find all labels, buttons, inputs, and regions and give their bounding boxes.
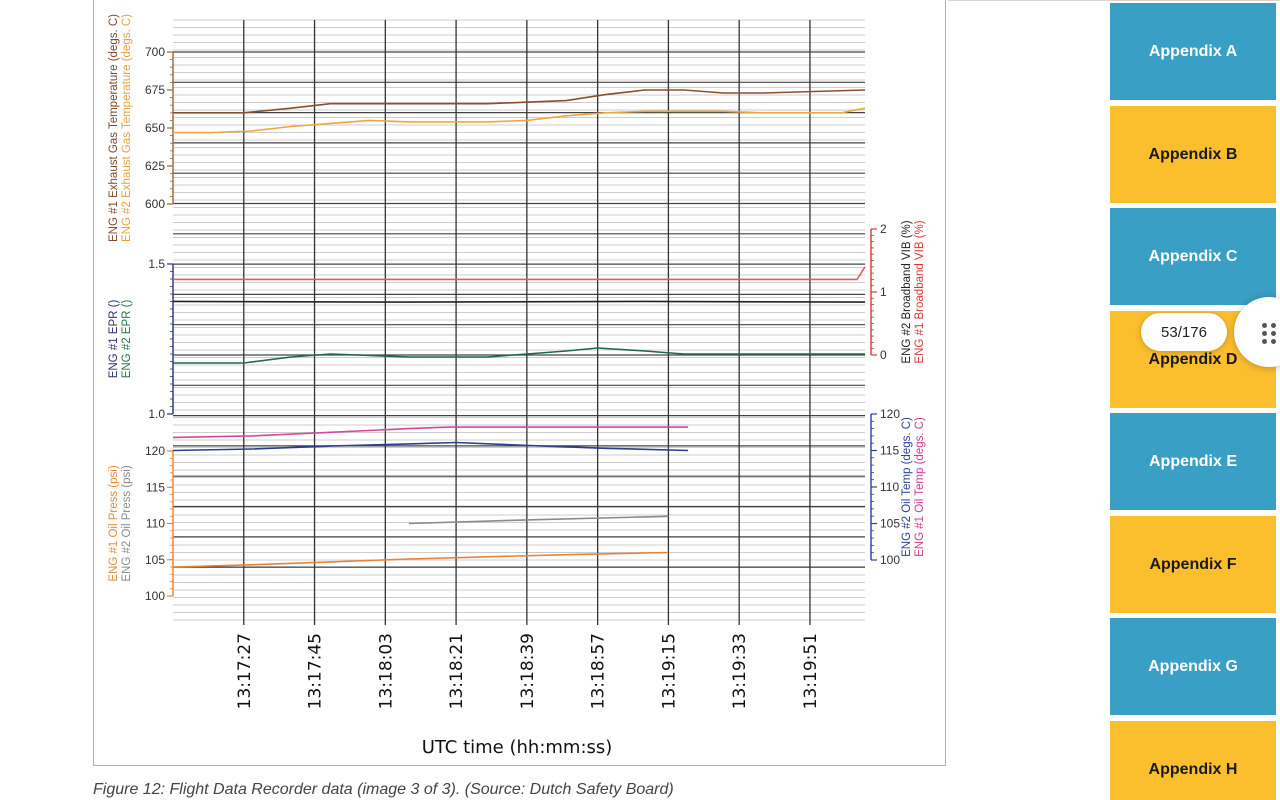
left-series-label: ENG #1 Exhaust Gas Temperature (degs. C)	[108, 14, 120, 242]
left-series-label: ENG #2 EPR ()	[121, 300, 133, 379]
left-tick-label: 675	[145, 83, 165, 97]
x-tick-label: 13:18:39	[518, 633, 538, 709]
x-tick-label: 13:18:21	[447, 633, 467, 709]
right-tick-label: 100	[880, 553, 900, 567]
series-line-eng-1-exhaust-gas-temperature	[173, 89, 866, 114]
left-tick-label: 1.5	[148, 257, 165, 271]
grid	[173, 19, 865, 625]
x-tick-label: 13:19:33	[730, 633, 750, 709]
right-series-label: ENG #2 Broadband VIB (%)	[901, 220, 913, 363]
appendix-button-label: Appendix D	[1148, 350, 1238, 368]
right-series-label: ENG #1 Broadband VIB (%)	[914, 220, 926, 363]
right-tick-label: 115	[880, 444, 899, 458]
appendix-button-f[interactable]: Appendix F	[1110, 516, 1276, 613]
right-series-label: ENG #2 Oil Temp (degs. C)	[901, 417, 913, 557]
appendix-button-e[interactable]: Appendix E	[1110, 413, 1276, 510]
document-viewer: 13:17:27 13:17:45 13:18:03 13:18:21 13:18:39…	[0, 0, 1280, 800]
appendix-button-label: Appendix A	[1148, 42, 1238, 60]
figure-caption: Figure 12: Flight Data Recorder data (im…	[93, 781, 674, 798]
left-series-label: ENG #1 Oil Press (psi)	[108, 465, 120, 581]
appendix-button-label: Appendix F	[1149, 555, 1237, 573]
left-tick-label: 625	[145, 159, 165, 173]
left-tick-label: 105	[145, 553, 165, 567]
x-tick-label: 13:19:15	[659, 633, 679, 709]
figure-frame: 13:17:27 13:17:45 13:18:03 13:18:21 13:18:39…	[93, 0, 946, 766]
right-series-label: ENG #1 Oil Temp (degs. C)	[914, 417, 926, 557]
appendix-button-g[interactable]: Appendix G	[1110, 618, 1276, 715]
left-tick-label: 700	[145, 45, 165, 59]
series-line-eng-2-broadband-vib	[172, 300, 866, 303]
right-tick-label: 0	[880, 348, 887, 362]
x-tick-label: 13:18:57	[589, 633, 609, 709]
right-tick-label: 2	[880, 222, 887, 236]
left-series-label: ENG #2 Oil Press (psi)	[121, 465, 133, 581]
appendix-button-h[interactable]: Appendix H	[1110, 721, 1276, 800]
left-series-label: ENG #1 EPR ()	[108, 300, 120, 379]
left-tick-label: 110	[146, 517, 165, 531]
drag-handle-icon	[1262, 323, 1278, 344]
appendix-button-label: Appendix G	[1148, 657, 1238, 675]
appendix-nav: Appendix A Appendix B Appendix C Appendix D…	[1110, 0, 1276, 800]
x-tick-label: 13:17:27	[235, 633, 255, 709]
left-tick-label: 115	[146, 480, 165, 494]
left-tick-label: 100	[145, 589, 165, 603]
page-indicator: 53/176	[1141, 313, 1227, 351]
appendix-button-c[interactable]: Appendix C	[1110, 208, 1276, 305]
left-tick-label: 650	[145, 121, 165, 135]
left-tick-label: 1.0	[148, 407, 165, 421]
left-series-label: ENG #2 Exhaust Gas Temperature (degs. C)	[121, 14, 133, 242]
series-line-eng-1-broadband-vib	[173, 266, 866, 281]
appendix-button-b[interactable]: Appendix B	[1110, 106, 1276, 203]
right-tick-label: 110	[880, 480, 899, 494]
x-tick-label: 13:17:45	[306, 633, 326, 709]
x-tick-label: 13:19:51	[801, 633, 821, 709]
right-tick-label: 1	[880, 285, 887, 299]
appendix-button-label: Appendix C	[1148, 247, 1238, 265]
series-line-eng-2-exhaust-gas-temperature	[173, 107, 866, 134]
fdr-chart: 13:17:27 13:17:45 13:18:03 13:18:21 13:18:39…	[108, 14, 926, 758]
appendix-button-a[interactable]: Appendix A	[1110, 3, 1276, 100]
right-tick-label: 120	[880, 407, 900, 421]
x-axis-label: UTC time (hh:mm:ss)	[422, 737, 613, 758]
right-tick-label: 105	[880, 517, 900, 531]
appendix-button-label: Appendix B	[1148, 145, 1238, 163]
left-tick-label: 600	[145, 197, 165, 211]
left-tick-label: 120	[145, 444, 165, 458]
appendix-button-label: Appendix E	[1148, 452, 1237, 470]
appendix-button-label: Appendix H	[1148, 760, 1238, 778]
x-tick-label: 13:18:03	[376, 633, 396, 709]
